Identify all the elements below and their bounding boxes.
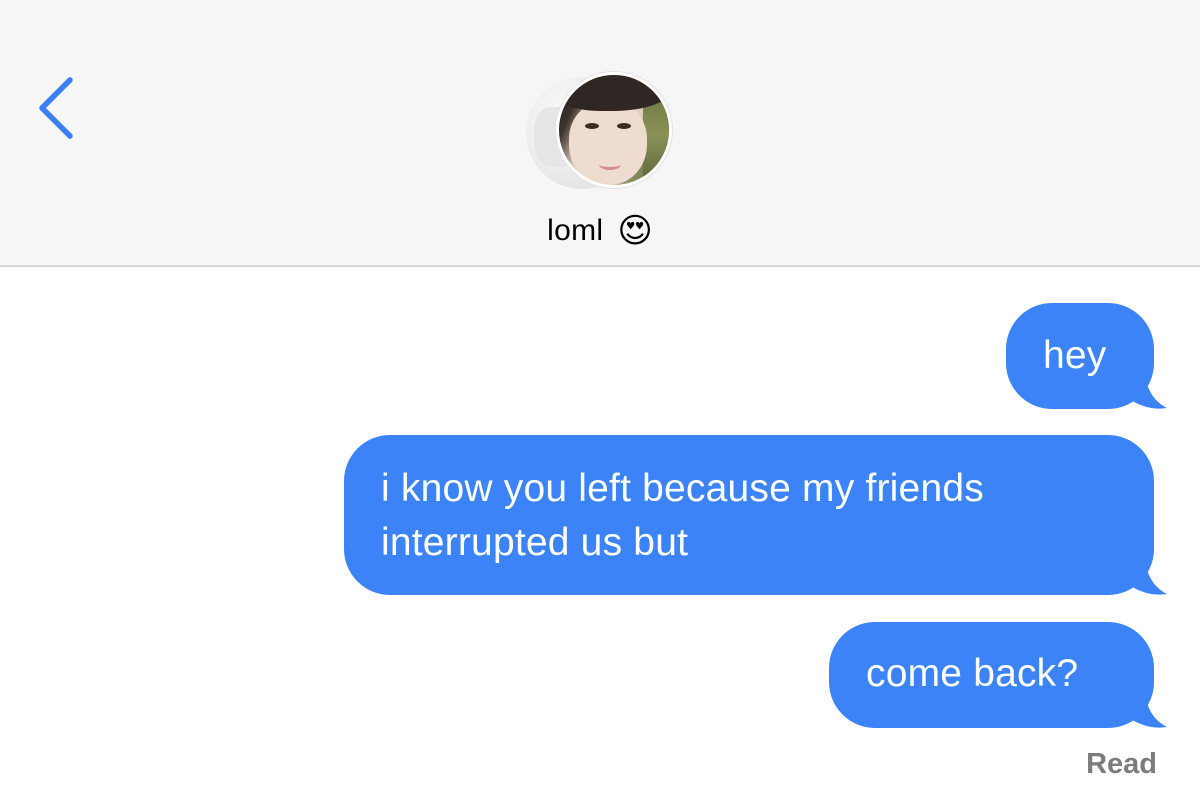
heart-eyes-emoji-icon: 😍 — [617, 212, 653, 250]
message-text: hey — [1043, 334, 1107, 377]
imessage-conversation-screen: loml 😍 hey i know you left because my fr… — [0, 0, 1200, 808]
contact-name-row[interactable]: loml 😍 — [0, 208, 1200, 254]
message-bubble-outgoing[interactable]: come back? — [829, 622, 1167, 728]
avatar-face — [569, 101, 647, 185]
bubble-tail — [1127, 688, 1167, 728]
contact-name: loml — [547, 214, 604, 247]
message-text: come back? — [866, 652, 1079, 695]
chevron-left-icon — [39, 77, 73, 139]
avatar-primary — [556, 72, 672, 188]
back-button[interactable] — [30, 68, 90, 148]
read-receipt: Read — [1086, 748, 1157, 780]
bubble-tail — [1127, 369, 1167, 409]
conversation-header: loml 😍 — [0, 0, 1200, 267]
bubble-tail — [1127, 555, 1167, 595]
contact-avatar[interactable] — [524, 72, 674, 192]
message-bubble-outgoing[interactable]: i know you left because my friends inter… — [344, 435, 1167, 595]
message-text: i know you left because my friends inter… — [381, 467, 984, 564]
message-bubble-outgoing[interactable]: hey — [1006, 303, 1167, 409]
